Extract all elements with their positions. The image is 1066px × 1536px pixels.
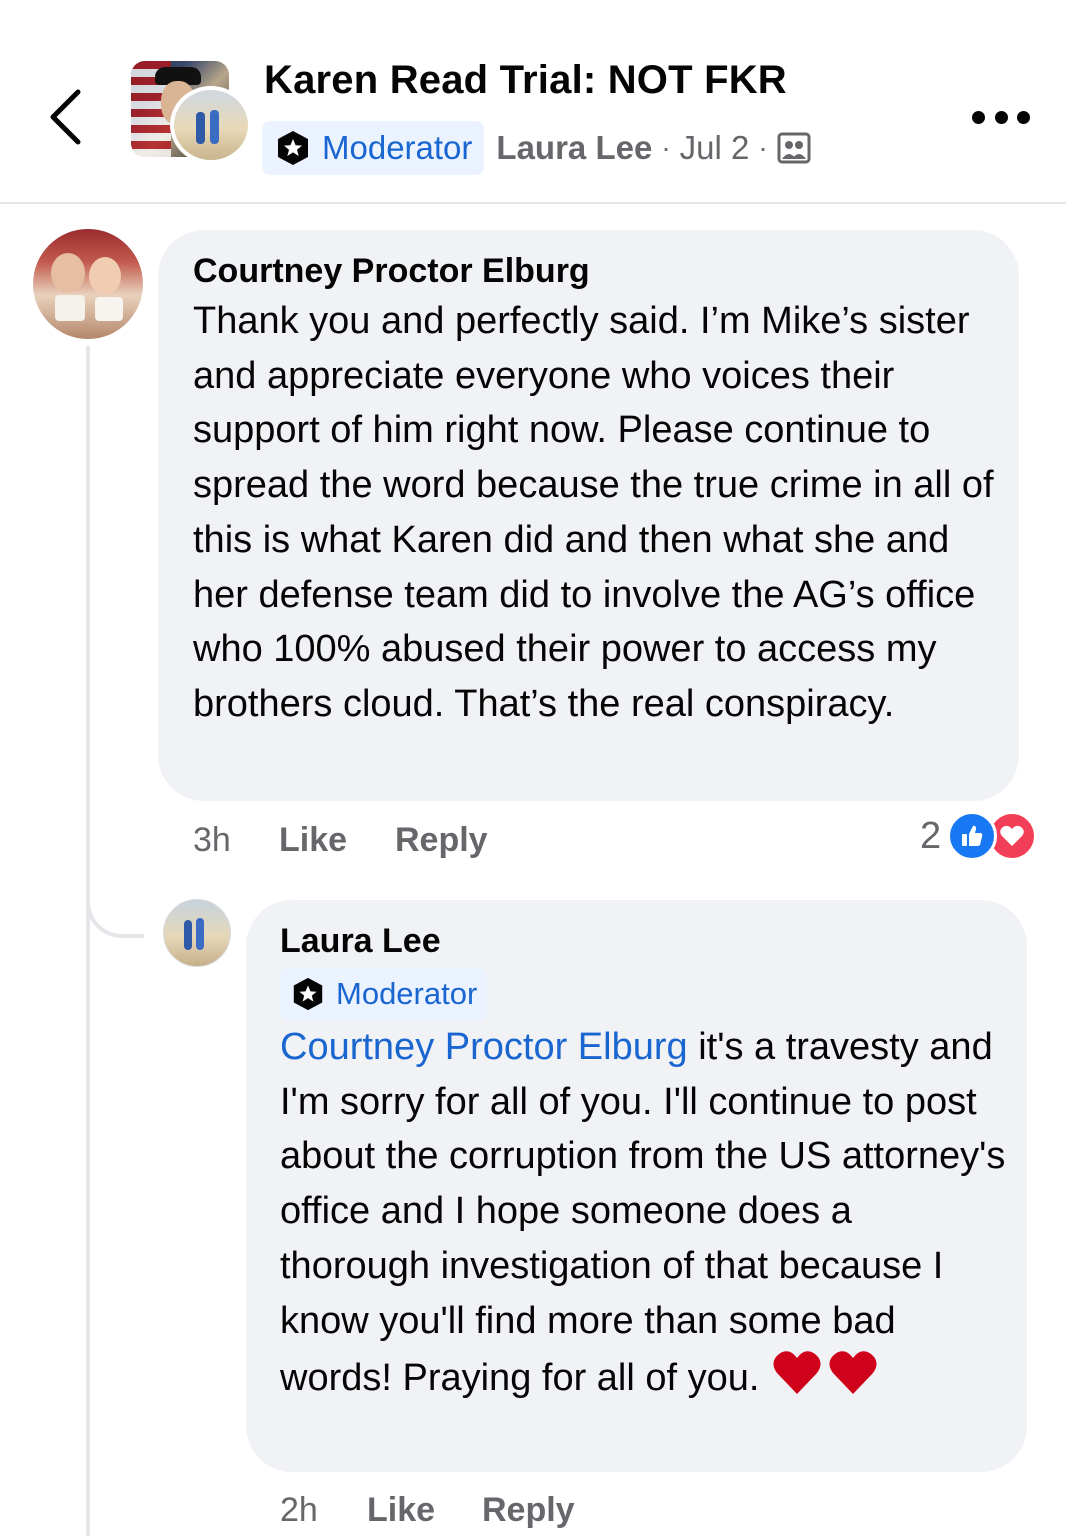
reply-body: it's a travesty and I'm sorry for all of… <box>280 1026 1006 1400</box>
face <box>89 257 121 295</box>
reply-time[interactable]: 2h <box>280 1491 367 1530</box>
heart-icon <box>1000 825 1024 846</box>
figure <box>210 110 219 144</box>
heart-emojis <box>771 1348 879 1412</box>
reply-button[interactable]: Reply <box>482 1491 575 1530</box>
post-author[interactable]: Laura Lee <box>496 129 652 167</box>
reply-button[interactable]: Reply <box>395 821 488 860</box>
meta-separator: · <box>661 132 671 163</box>
like-button[interactable]: Like <box>367 1491 482 1530</box>
moderator-shield-icon <box>293 977 323 1011</box>
reaction-count: 2 <box>920 814 942 857</box>
post-date[interactable]: Jul 2 <box>680 129 750 167</box>
reply-actions: 2h Like Reply <box>280 1488 575 1532</box>
group-name[interactable]: Karen Read Trial: NOT FKR <box>264 58 787 103</box>
moderator-label: Moderator <box>322 129 473 166</box>
meta-separator: · <box>758 132 768 163</box>
commenter-avatar[interactable] <box>33 229 143 339</box>
mention-link[interactable]: Courtney Proctor Elburg <box>280 1026 688 1068</box>
group-privacy-icon <box>777 132 811 164</box>
dot <box>972 110 985 124</box>
more-options-button[interactable] <box>972 102 1030 132</box>
heart-emoji-icon <box>773 1351 877 1395</box>
mug <box>95 297 123 321</box>
comment-time[interactable]: 3h <box>193 821 279 860</box>
reply-author-avatar[interactable] <box>163 899 231 967</box>
figure <box>184 920 192 950</box>
author-avatar-small[interactable] <box>170 86 252 164</box>
reaction-summary[interactable]: 2 <box>920 811 1038 861</box>
like-button[interactable]: Like <box>279 821 395 860</box>
dot <box>994 110 1008 124</box>
moderator-badge: Moderator <box>280 968 488 1020</box>
thumbs-up-icon <box>962 825 983 846</box>
like-reaction-icon <box>947 811 998 861</box>
dot <box>1017 110 1030 124</box>
reply-author[interactable]: Laura Lee <box>280 922 441 961</box>
reply-text: Courtney Proctor Elburg it's a travesty … <box>280 1020 1010 1412</box>
moderator-shield-icon <box>278 131 308 165</box>
comment-actions: 3h Like Reply <box>193 818 488 862</box>
moderator-label: Moderator <box>336 976 478 1011</box>
mug <box>55 295 85 321</box>
thread-connector-line <box>86 346 90 1536</box>
face <box>51 253 85 293</box>
post-header: Karen Read Trial: NOT FKR Moderator Laur… <box>0 0 1066 204</box>
figure <box>196 918 204 950</box>
chevron-left-icon <box>50 89 81 145</box>
thread-reply-curve <box>86 880 144 938</box>
figure <box>196 112 205 144</box>
comment-author[interactable]: Courtney Proctor Elburg <box>193 252 590 291</box>
back-button[interactable] <box>40 82 90 152</box>
comment-text: Thank you and perfectly said. I’m Mike’s… <box>193 300 994 725</box>
post-meta: Moderator Laura Lee · Jul 2 · <box>262 120 811 176</box>
moderator-badge: Moderator <box>262 121 485 175</box>
